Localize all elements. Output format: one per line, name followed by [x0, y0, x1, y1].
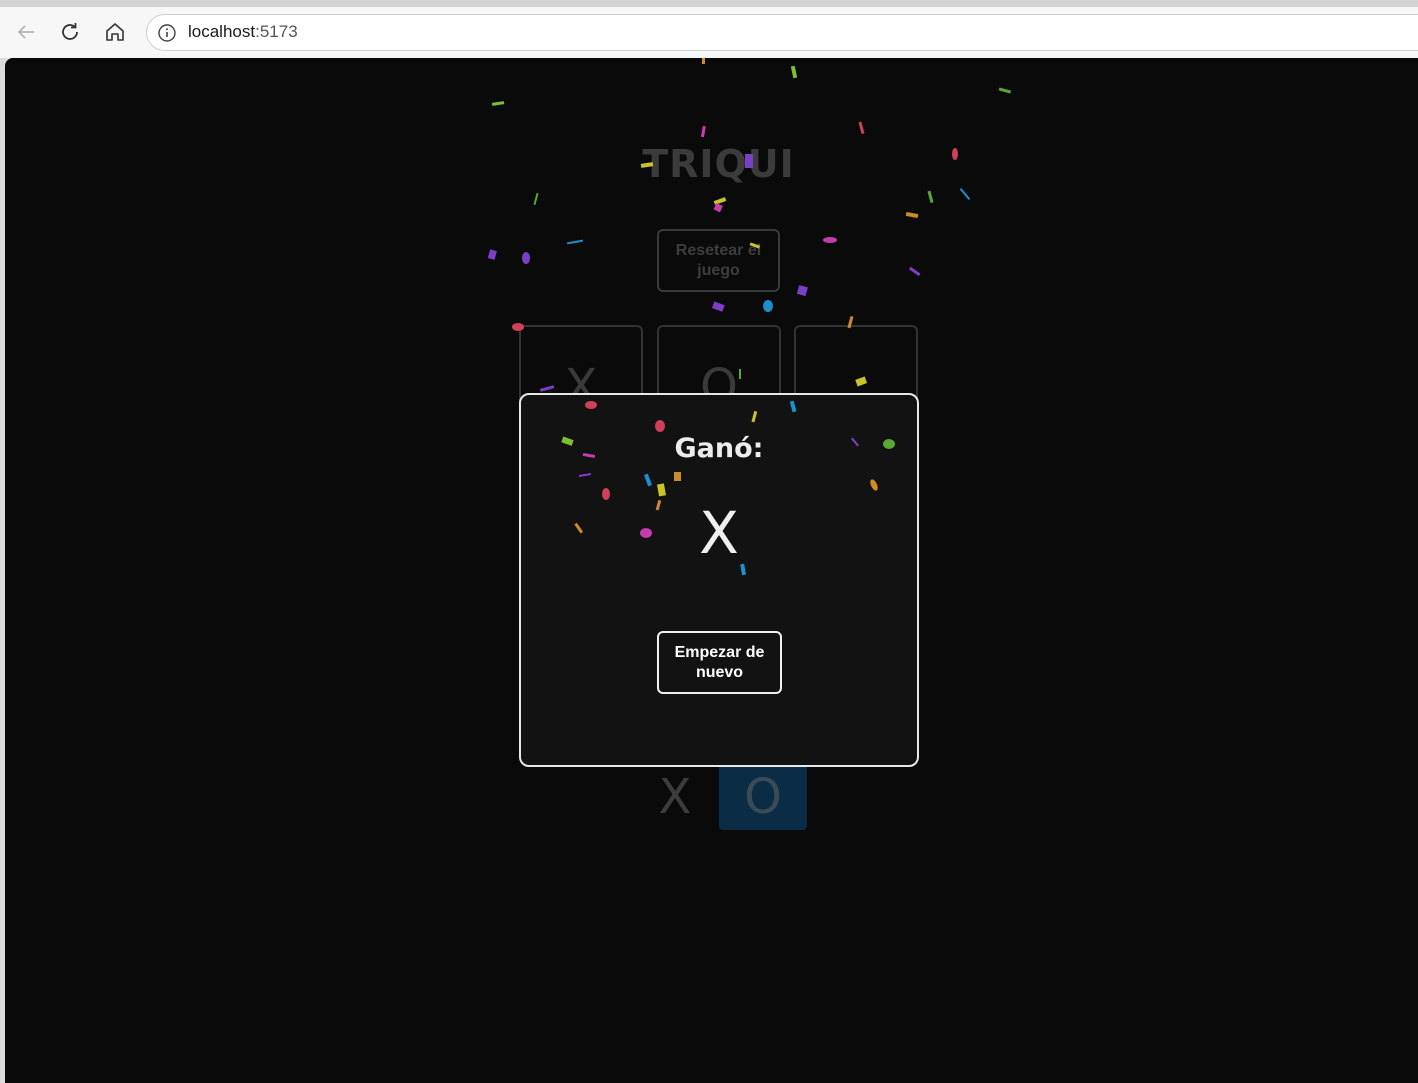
modal-title: Ganó: [674, 433, 764, 464]
browser-tab-strip [0, 0, 1418, 7]
reload-icon[interactable] [56, 18, 84, 46]
back-icon[interactable] [12, 18, 40, 46]
turn-indicator-x: X [658, 769, 692, 825]
page-viewport: TRIQUI Resetear el juego X O X O Ganó: X… [5, 58, 1418, 1083]
url-host: localhost [188, 22, 256, 41]
game-title: TRIQUI [642, 142, 795, 186]
winner-modal: Ganó: X Empezar de nuevo [519, 393, 919, 767]
url-port: :5173 [255, 22, 298, 41]
browser-toolbar: localhost:5173 [0, 0, 1418, 58]
restart-button[interactable]: Empezar de nuevo [657, 631, 782, 694]
home-icon[interactable] [101, 18, 129, 46]
winner-symbol: X [699, 499, 739, 567]
address-bar[interactable]: localhost:5173 [146, 14, 1418, 51]
site-info-icon[interactable] [157, 23, 177, 43]
turn-indicator-o: O [719, 764, 807, 830]
reset-button[interactable]: Resetear el juego [657, 229, 780, 292]
url-text: localhost:5173 [188, 22, 298, 42]
